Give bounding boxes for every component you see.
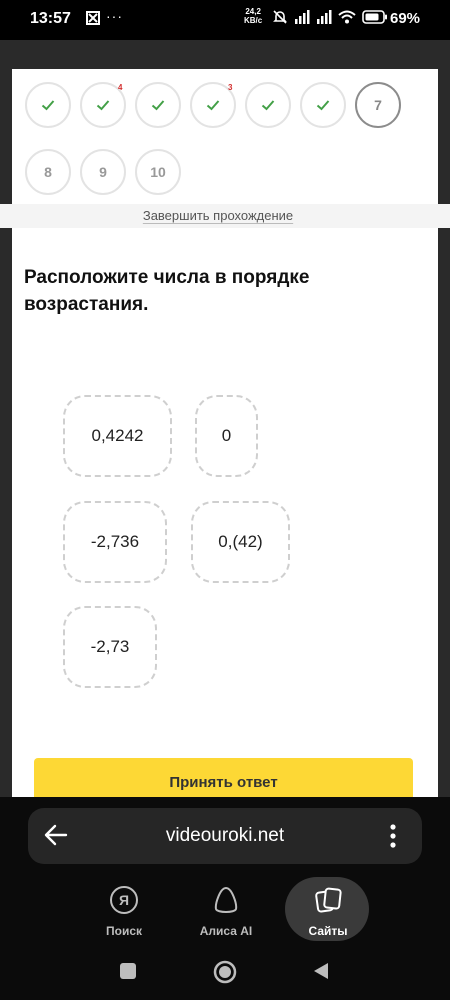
nav-sites-label: Сайты [308,924,348,938]
finish-attempt-link[interactable]: Завершить прохождение [0,208,436,223]
number-tile[interactable]: -2,73 [63,606,157,688]
step-8[interactable]: 8 [25,149,71,195]
step-10[interactable]: 10 [135,149,181,195]
number-tile[interactable]: 0 [195,395,258,477]
step-7-current[interactable]: 7 [355,82,401,128]
checkmark-icon [261,100,275,111]
yandex-icon: Я [110,886,138,914]
step-5[interactable] [245,82,291,128]
recent-apps-button[interactable] [119,962,137,985]
step-2-attempts-badge: 4 [118,83,123,92]
address-bar[interactable]: videouroki.net [28,808,422,864]
checkmark-icon [41,100,55,111]
step-3[interactable] [135,82,181,128]
clock: 13:57 [30,10,71,27]
network-speed-unit: KB/c [244,16,263,25]
signal-icon [294,10,310,29]
step-4-attempts-badge: 3 [228,83,233,92]
network-speed-value: 24,2 [245,7,261,16]
number-tile[interactable]: -2,736 [63,501,167,583]
more-notifications-indicator: ··· [106,8,123,24]
nav-search[interactable]: Я Поиск [79,885,169,938]
home-button[interactable] [213,960,237,989]
more-vert-icon[interactable] [386,822,400,855]
battery-icon [362,10,388,29]
tabs-icon [315,887,342,913]
alice-icon [214,886,238,913]
number-tile[interactable]: 0,4242 [63,395,172,477]
number-tile[interactable]: 0,(42) [191,501,290,583]
battery-percent: 69% [390,10,421,27]
back-button[interactable] [312,962,330,985]
nav-alice[interactable]: Алиса AI [181,885,271,938]
browser-bottom-panel: videouroki.net Я Поиск Алиса AI Сайты [0,797,450,1000]
step-9[interactable]: 9 [80,149,126,195]
finish-attempt-label: Завершить прохождение [142,208,294,223]
checkmark-icon [316,100,330,111]
android-notification-icon [86,11,100,28]
checkmark-icon [206,100,220,111]
accept-answer-label: Принять ответ [169,774,278,791]
step-1[interactable] [25,82,71,128]
signal-icon-2 [316,10,332,29]
checkmark-icon [151,100,165,111]
nav-alice-label: Алиса AI [199,924,253,938]
wifi-icon [338,10,356,29]
nav-sites[interactable]: Сайты [283,885,373,938]
checkmark-icon [96,100,110,111]
network-speed: 24,2 KB/c [244,7,262,25]
nav-search-label: Поиск [105,924,142,938]
status-bar: 13:57 ··· 24,2 KB/c 69% [0,0,450,40]
url-text[interactable]: videouroki.net [28,825,422,847]
step-6[interactable] [300,82,346,128]
question-text: Расположите числа в порядке возрастания. [24,267,310,315]
mute-bell-icon [272,9,288,30]
svg-text:Я: Я [119,892,129,908]
